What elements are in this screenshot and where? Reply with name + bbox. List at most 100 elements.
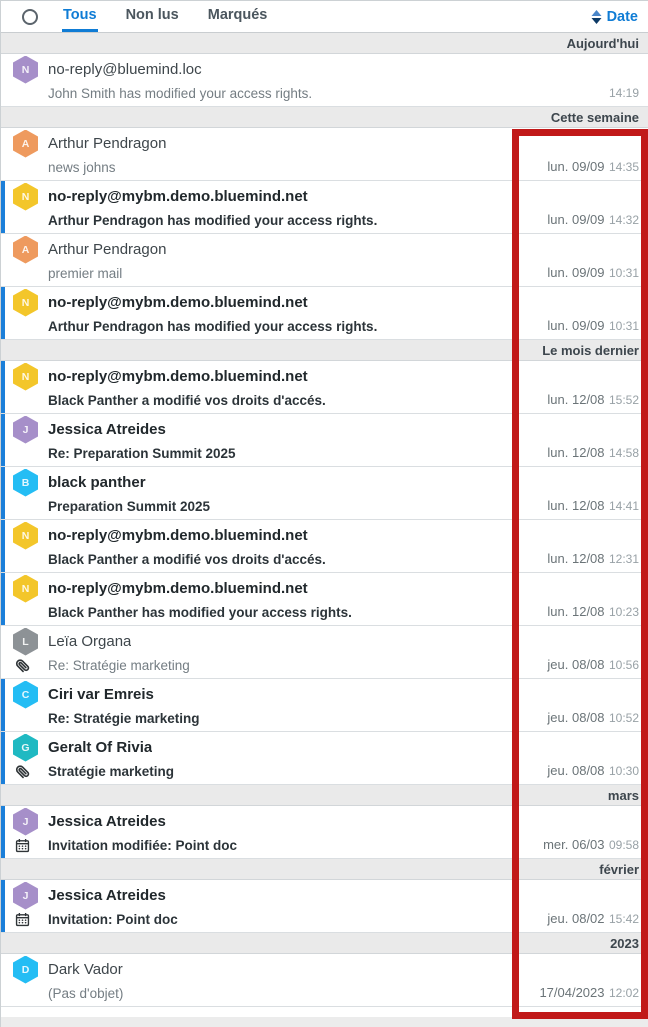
date: 17/04/2023 12:02 [539, 984, 648, 1002]
sender-avatar[interactable]: J [13, 808, 38, 836]
section-header: février [1, 859, 648, 880]
tab-non-lus[interactable]: Non lus [125, 1, 180, 32]
sender-avatar[interactable]: G [13, 734, 38, 762]
subject: news johns [48, 160, 547, 175]
sender-name: no-reply@mybm.demo.bluemind.net [48, 527, 308, 544]
unread-indicator [1, 573, 5, 625]
select-all-checkbox[interactable] [22, 9, 38, 25]
sender-avatar[interactable]: N [13, 363, 38, 391]
sender-name: black panther [48, 474, 146, 491]
section-header: Cette semaine [1, 107, 648, 128]
sender-avatar[interactable]: N [13, 183, 38, 211]
sender-name: Arthur Pendragon [48, 135, 166, 152]
sender-name: no-reply@mybm.demo.bluemind.net [48, 580, 308, 597]
date-time: 10:52 [609, 711, 639, 725]
sender-name: Ciri var Emreis [48, 686, 154, 703]
subject: (Pas d'objet) [48, 986, 539, 1001]
date-day: lun. 12/08 [547, 604, 604, 619]
unread-indicator [1, 880, 5, 932]
date-time: 10:56 [609, 658, 639, 672]
date-time: 10:31 [609, 266, 639, 280]
unread-indicator [1, 732, 5, 784]
date-day: lun. 12/08 [547, 498, 604, 513]
sender-name: Jessica Atreides [48, 887, 166, 904]
date-time: 14:19 [609, 86, 639, 100]
sender-avatar[interactable]: N [13, 522, 38, 550]
email-row[interactable]: AArthur Pendragonnews johnslun. 09/09 14… [1, 128, 648, 181]
sender-avatar[interactable]: A [13, 236, 38, 264]
email-row[interactable]: D Dark Vador (Pas d'objet)17/04/2023 12:02 [1, 954, 648, 1007]
sender-avatar[interactable]: D [13, 956, 38, 984]
date-time: 10:23 [609, 605, 639, 619]
email-row[interactable]: JJessica AtreidesInvitation: Point docje… [1, 880, 648, 933]
tab-marques[interactable]: Marqués [207, 1, 269, 32]
sort-by-date-button[interactable]: Date [591, 1, 648, 32]
section-header-label: 2023 [610, 936, 639, 951]
date: lun. 09/09 14:32 [547, 211, 648, 229]
sender-avatar[interactable]: N [13, 56, 38, 84]
sender-avatar[interactable]: N [13, 289, 38, 317]
unread-indicator [1, 679, 5, 731]
email-row[interactable]: Nno-reply@mybm.demo.bluemind.net Arthur P… [1, 287, 648, 340]
date-day: jeu. 08/08 [547, 710, 604, 725]
date-day: jeu. 08/02 [547, 911, 604, 926]
subject: Re: Preparation Summit 2025 [48, 446, 547, 461]
unread-indicator [1, 806, 5, 858]
subject: Arthur Pendragon has modified your acces… [48, 319, 547, 334]
sender-name: no-reply@bluemind.loc [48, 61, 202, 78]
email-row[interactable]: Nno-reply@mybm.demo.bluemind.netBlack Pa… [1, 573, 648, 626]
date-time: 12:31 [609, 552, 639, 566]
sender-avatar[interactable]: J [13, 416, 38, 444]
date-time: 14:32 [609, 213, 639, 227]
email-row[interactable]: Nno-reply@mybm.demo.bluemind.netBlack Pa… [1, 361, 648, 414]
sender-name: Jessica Atreides [48, 813, 166, 830]
message-list-toolbar: Tous Non lus Marqués Date [1, 1, 648, 33]
unread-indicator [1, 181, 5, 233]
email-row[interactable]: LLeïa OrganaRe: Stratégie marketingjeu. … [1, 626, 648, 679]
tab-tous[interactable]: Tous [62, 1, 98, 32]
date: lun. 09/09 10:31 [547, 264, 648, 282]
email-row[interactable]: Nno-reply@mybm.demo.bluemind.netBlack Pa… [1, 520, 648, 573]
date-day: lun. 09/09 [547, 212, 604, 227]
date-day: 17/04/2023 [539, 985, 604, 1000]
sender-name: Dark Vador [48, 961, 123, 978]
sender-avatar[interactable]: C [13, 681, 38, 709]
email-row[interactable]: J Jessica Atreides Invitation modifiée: Po… [1, 806, 648, 859]
paperclip-icon [15, 658, 30, 673]
unread-indicator [1, 361, 5, 413]
sender-avatar[interactable]: J [13, 882, 38, 910]
filter-tabs: Tous Non lus Marqués [62, 1, 268, 32]
subject: Stratégie marketing [48, 764, 547, 779]
sender-name: Arthur Pendragon [48, 241, 166, 258]
sender-avatar[interactable]: A [13, 130, 38, 158]
sender-avatar[interactable]: B [13, 469, 38, 497]
date-day: jeu. 08/08 [547, 657, 604, 672]
date: 14:19 [609, 84, 648, 102]
email-row[interactable]: Nno-reply@mybm.demo.bluemind.netArthur P… [1, 181, 648, 234]
email-row[interactable]: JJessica AtreidesRe: Preparation Summit … [1, 414, 648, 467]
email-row[interactable]: A Arthur Pendragon premier maillun. 09/09 … [1, 234, 648, 287]
section-header-label: Aujourd'hui [567, 36, 639, 51]
email-row[interactable]: GGeralt Of RiviaStratégie marketingjeu. … [1, 732, 648, 785]
paperclip-icon [15, 764, 30, 779]
email-row[interactable]: Bblack pantherPreparation Summit 2025lun… [1, 467, 648, 520]
email-row[interactable]: Nno-reply@bluemind.locJohn Smith has mod… [1, 54, 648, 107]
section-header-label: mars [608, 788, 639, 803]
date-time: 15:52 [609, 393, 639, 407]
subject: premier mail [48, 266, 547, 281]
message-list-panel: Tous Non lus Marqués Date Aujourd'hui Nno… [0, 0, 648, 1027]
section-header: 2023 [1, 933, 648, 954]
date-time: 14:41 [609, 499, 639, 513]
unread-indicator [1, 414, 5, 466]
date-day: mer. 06/03 [543, 837, 604, 852]
date: jeu. 08/02 15:42 [547, 910, 648, 928]
email-row[interactable]: C Ciri var Emreis Re: Stratégie marketingj… [1, 679, 648, 732]
sender-avatar[interactable]: N [13, 575, 38, 603]
sender-avatar[interactable]: L [13, 628, 38, 656]
date-day: lun. 12/08 [547, 551, 604, 566]
subject: Invitation modifiée: Point doc [48, 838, 543, 853]
date-time: 09:58 [609, 838, 639, 852]
date-time: 10:31 [609, 319, 639, 333]
subject: Re: Stratégie marketing [48, 711, 547, 726]
sender-name: no-reply@mybm.demo.bluemind.net [48, 294, 308, 311]
